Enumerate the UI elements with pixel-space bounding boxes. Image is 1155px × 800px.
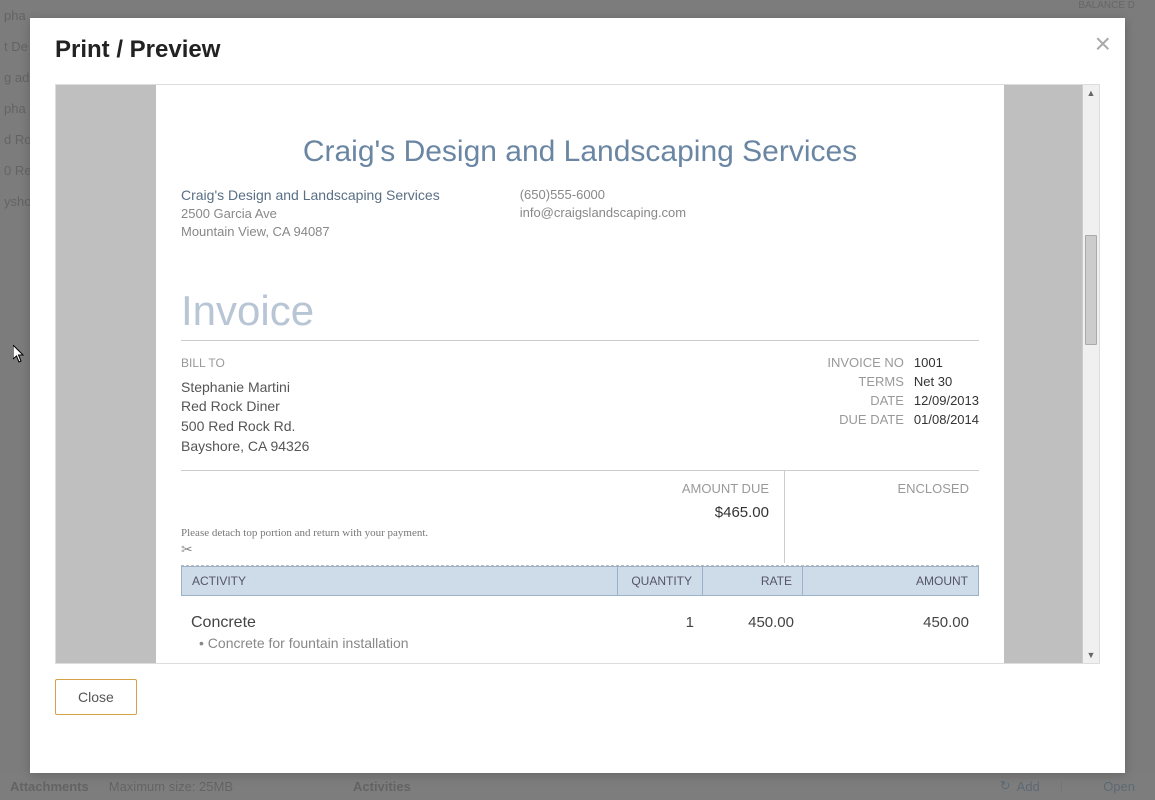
- print-preview-modal: Print / Preview × Craig's Design and Lan…: [30, 18, 1125, 773]
- company-phone: (650)555-6000: [520, 187, 686, 202]
- item-desc: Concrete for fountain installation: [199, 635, 619, 651]
- due-date-label: DUE DATE: [804, 412, 904, 427]
- th-activity: ACTIVITY: [182, 567, 618, 595]
- company-city: Mountain View, CA 94087: [181, 224, 440, 239]
- th-quantity: QUANTITY: [618, 567, 703, 595]
- amount-due: $465.00: [181, 504, 769, 521]
- item-amount: 450.00: [794, 614, 969, 651]
- line-item: Concrete Concrete for fountain installat…: [181, 596, 979, 651]
- item-qty: 1: [619, 614, 694, 651]
- document-type: Invoice: [181, 287, 979, 335]
- company-display-name: Craig's Design and Landscaping Services: [181, 135, 979, 169]
- date-label: DATE: [804, 393, 904, 408]
- detach-note: Please detach top portion and return wit…: [181, 527, 769, 539]
- payment-stub: AMOUNT DUE $465.00 Please detach top por…: [181, 470, 979, 563]
- preview-viewport: Craig's Design and Landscaping Services …: [55, 84, 1100, 664]
- terms-label: TERMS: [804, 374, 904, 389]
- line-items-table: ACTIVITY QUANTITY RATE AMOUNT Concrete C…: [181, 566, 979, 664]
- bill-to-street: 500 Red Rock Rd.: [181, 417, 309, 437]
- due-date: 01/08/2014: [914, 412, 979, 427]
- th-amount: AMOUNT: [803, 567, 978, 595]
- item-rate: 450.00: [694, 614, 794, 651]
- th-rate: RATE: [703, 567, 803, 595]
- scroll-thumb[interactable]: [1085, 235, 1097, 345]
- date: 12/09/2013: [914, 393, 979, 408]
- modal-header: Print / Preview ×: [30, 18, 1125, 74]
- close-icon[interactable]: ×: [1095, 30, 1111, 58]
- company-info: Craig's Design and Landscaping Services …: [181, 187, 979, 242]
- bill-to-name: Stephanie Martini: [181, 378, 309, 398]
- terms: Net 30: [914, 374, 952, 389]
- company-email: info@craigslandscaping.com: [520, 205, 686, 220]
- invoice-document: Craig's Design and Landscaping Services …: [156, 85, 1004, 664]
- cursor-icon: [13, 345, 27, 368]
- line-item: Pump Fountain Pump 1 15.00 15.00: [181, 651, 979, 664]
- item-name: Concrete: [191, 614, 619, 632]
- scrollbar[interactable]: ▲ ▼: [1082, 85, 1099, 663]
- bill-to-label: BILL TO: [181, 355, 309, 372]
- invoice-meta: INVOICE NO 1001 TERMS Net 30 DATE 12/09/…: [804, 355, 979, 456]
- invoice-no-label: INVOICE NO: [804, 355, 904, 370]
- modal-title: Print / Preview: [55, 36, 1100, 64]
- company-name: Craig's Design and Landscaping Services: [181, 187, 440, 203]
- company-street: 2500 Garcia Ave: [181, 206, 440, 221]
- table-header: ACTIVITY QUANTITY RATE AMOUNT: [181, 566, 979, 596]
- amount-due-label: AMOUNT DUE: [181, 481, 769, 496]
- scroll-down-icon[interactable]: ▼: [1083, 647, 1099, 663]
- scissors-icon: ✂: [181, 541, 769, 558]
- modal-footer: Close: [30, 679, 1125, 733]
- enclosed-label: ENCLOSED: [795, 481, 969, 496]
- bill-to-block: BILL TO Stephanie Martini Red Rock Diner…: [181, 355, 309, 456]
- bill-to-company: Red Rock Diner: [181, 397, 309, 417]
- close-button[interactable]: Close: [55, 679, 137, 715]
- invoice-no: 1001: [914, 355, 943, 370]
- scroll-up-icon[interactable]: ▲: [1083, 85, 1099, 101]
- bill-to-city: Bayshore, CA 94326: [181, 437, 309, 457]
